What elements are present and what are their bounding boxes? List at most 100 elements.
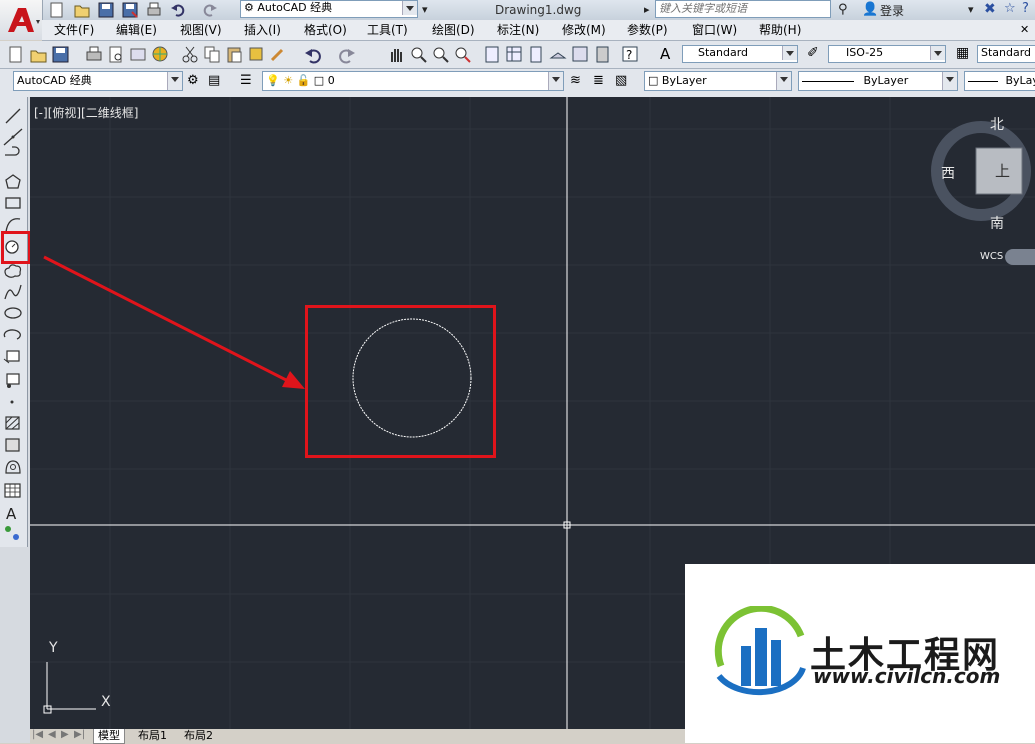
menu-format[interactable]: 格式(O) [304, 20, 347, 40]
insert-block-icon [4, 351, 19, 363]
match-icon [272, 50, 282, 60]
table-style-dropdown[interactable]: Standard [977, 45, 1035, 63]
svg-text:A: A [6, 505, 17, 523]
viewcube-top-face[interactable]: 上 [995, 160, 1010, 181]
layer-dropdown[interactable]: 💡 ☀ 🔓 □ 0 [262, 71, 564, 91]
compass-south[interactable]: 南 [990, 213, 1004, 233]
redo-icon [340, 49, 355, 62]
chevron-down-icon [167, 72, 182, 90]
search-expand-icon[interactable]: ▸ [644, 3, 650, 16]
block-icon [250, 48, 262, 60]
watermark-url: www.civilcn.com [813, 664, 1000, 688]
workspace-toolbar-icon[interactable]: ▤ [208, 73, 220, 88]
region-icon [6, 461, 20, 473]
text-style-value: Standard [686, 46, 748, 59]
lineweight-value: ByLay [1006, 74, 1035, 87]
help-icon[interactable]: ? [1022, 1, 1029, 16]
workspace-switch-dropdown[interactable]: AutoCAD 经典 [13, 71, 183, 91]
annotation-arrow [44, 257, 305, 389]
design-center-icon [507, 47, 521, 61]
save-icon [99, 3, 113, 17]
chevron-down-icon [402, 1, 417, 15]
polygon-icon [6, 175, 20, 188]
qat-dropdown-icon[interactable]: ▾ [422, 3, 428, 16]
menu-edit[interactable]: 编辑(E) [116, 20, 157, 40]
linetype-dropdown[interactable]: ByLayer [798, 71, 958, 91]
copy-icon [205, 47, 219, 62]
window-close-icon[interactable]: ✕ [1020, 20, 1029, 40]
draw-toolbar-icons: A [0, 97, 27, 547]
open-icon [31, 51, 46, 62]
exchange-icon[interactable]: ✖ [984, 1, 996, 17]
viewcube [937, 127, 1035, 265]
chevron-down-icon [930, 46, 945, 60]
draw-toolbar: A [0, 97, 28, 547]
ucs-icon [44, 662, 96, 713]
menu-modify[interactable]: 修改(M) [562, 20, 606, 40]
tab-nav-next-icon[interactable]: ▶ [61, 729, 69, 740]
gear-icon[interactable]: ⚙ [187, 73, 199, 88]
viewport-controls-label[interactable]: [-][俯视][二维线框] [34, 104, 138, 121]
color-dropdown[interactable]: □ ByLayer [644, 71, 792, 91]
spline-icon [5, 285, 21, 299]
tab-nav-first-icon[interactable]: |◀ [32, 729, 43, 740]
chevron-down-icon [548, 72, 563, 90]
compass-north[interactable]: 北 [990, 114, 1004, 134]
menu-view[interactable]: 视图(V) [180, 20, 222, 40]
layers-toolbar: AutoCAD 经典 ⚙ ▤ ☰ 💡 ☀ 🔓 □ 0 ≋ ≣ ▧ □ ByLay… [0, 69, 1035, 98]
sun-icon: ☀ [283, 74, 293, 87]
lineweight-dropdown[interactable]: ByLay [964, 71, 1035, 91]
construction-line-icon [4, 129, 22, 145]
print-icon [87, 47, 101, 60]
open-icon [75, 6, 89, 17]
tool-palette-icon [531, 47, 541, 62]
tab-nav-prev-icon[interactable]: ◀ [48, 729, 56, 740]
quick-access-toolbar [50, 2, 230, 18]
properties-icon [486, 47, 498, 62]
binoculars-icon[interactable]: ⚲ [838, 2, 848, 17]
zoom-previous-icon [456, 48, 470, 62]
menu-draw[interactable]: 绘图(D) [432, 20, 475, 40]
polyline-icon [5, 147, 19, 155]
menu-window[interactable]: 窗口(W) [692, 20, 737, 40]
make-current-layer-icon[interactable]: ≋ [570, 73, 581, 88]
menu-dimension[interactable]: 标注(N) [497, 20, 539, 40]
menu-tools[interactable]: 工具(T) [367, 20, 408, 40]
menu-help[interactable]: 帮助(H) [759, 20, 801, 40]
tab-model[interactable]: 模型 [93, 729, 125, 744]
tab-layout1[interactable]: 布局1 [134, 729, 171, 743]
menu-insert[interactable]: 插入(I) [244, 20, 281, 40]
ucs-y-label: Y [49, 640, 58, 656]
text-style-dropdown[interactable]: Standard [682, 45, 798, 63]
layer-previous-icon[interactable]: ≣ [593, 73, 604, 88]
tab-layout2[interactable]: 布局2 [180, 729, 217, 743]
redo-icon [205, 5, 217, 16]
login-dropdown-icon[interactable]: ▾ [968, 3, 974, 16]
compass-west[interactable]: 西 [941, 163, 955, 183]
star-icon[interactable]: ☆ [1004, 1, 1016, 16]
dim-style-dropdown[interactable]: ISO-25 [828, 45, 946, 63]
standard-toolbar-icons: ? [8, 46, 648, 64]
layer-state-icon[interactable]: ▧ [615, 73, 627, 88]
tab-nav-last-icon[interactable]: ▶| [74, 729, 85, 740]
publish-icon [131, 49, 145, 60]
table-style-value: Standard [981, 46, 1031, 59]
help-icon: ? [623, 47, 637, 62]
autocad-logo-button[interactable] [0, 0, 43, 40]
paste-icon [228, 48, 241, 62]
login-button[interactable]: 登录 [880, 2, 904, 19]
undo-icon [305, 49, 320, 62]
standard-toolbar: ? A Standard ✐ ISO-25 ▦ Standard [0, 41, 1035, 69]
text-style-icon: A [660, 45, 670, 63]
line-sample [968, 81, 998, 82]
menu-parametric[interactable]: 参数(P) [627, 20, 668, 40]
wcs-menu[interactable]: WCS [980, 251, 1003, 262]
line-sample [802, 81, 854, 82]
menu-file[interactable]: 文件(F) [54, 20, 94, 40]
rectangle-icon [6, 198, 20, 208]
layer-manager-icon[interactable]: ☰ [240, 73, 252, 88]
search-input[interactable] [655, 0, 831, 18]
point-icon [11, 401, 14, 404]
workspace-dropdown[interactable]: ⚙ AutoCAD 经典 [240, 0, 418, 18]
make-block-icon [7, 374, 19, 388]
